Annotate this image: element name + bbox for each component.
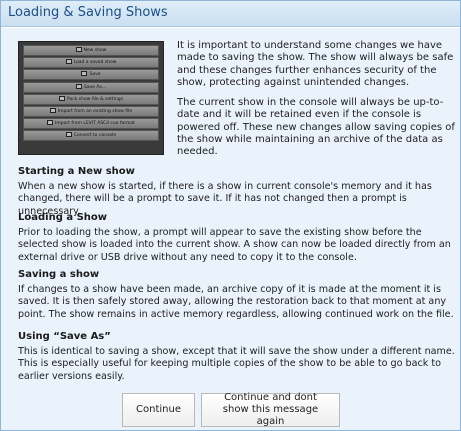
menu-item-label: New show [83,48,107,53]
intro-text: It is important to understand some chang… [177,40,457,167]
menu-item-save-as: Save As... [23,81,159,93]
intro-paragraph-2: The current show in the console will alw… [177,97,455,158]
file-menu-screenshot: New show Load a saved show Save Save As.… [18,41,164,155]
menu-item-save: Save [23,69,159,81]
new-file-icon [75,47,82,52]
section-saving: Saving a show If changes to a show have … [18,268,458,321]
section-heading: Using “Save As” [18,331,111,342]
section-save-as: Using “Save As” This is identical to sav… [18,330,458,383]
dialog-content: New show Load a saved show Save Save As.… [1,28,460,430]
section-loading: Loading a Show Prior to loading the show… [18,211,458,264]
dialog-title-bar: Loading & Saving Shows [1,1,460,27]
menu-item-import-ascii: Import from LEVIT ASCII cue format [23,118,159,130]
folder-icon [65,59,72,65]
menu-item-label: Pack show file & settings [66,96,123,102]
menu-item-pack: Pack show file & settings [23,93,159,105]
convert-icon [65,132,72,138]
continue-button[interactable]: Continue [122,393,195,427]
section-heading: Saving a show [18,269,100,280]
menu-item-label: Import from LEVIT ASCII cue format [55,121,135,127]
import-icon [49,107,56,113]
menu-item-load: Load a saved show [23,57,159,69]
dialog-title: Loading & Saving Shows [8,5,168,20]
menu-item-label: Import from an existing show file [57,108,133,114]
menu-item-new-show: New show [23,45,159,56]
menu-item-label: Convert to console [73,133,117,139]
menu-item-label: Save [89,72,101,78]
section-body: This is identical to saving a show, exce… [18,346,455,382]
menu-item-import-show: Import from an existing show file [23,105,159,117]
section-heading: Starting a New show [18,166,135,177]
section-heading: Loading a Show [18,212,107,223]
save-icon [81,71,88,77]
loading-saving-dialog: Loading & Saving Shows New show Load a s… [0,0,461,431]
continue-dont-show-button[interactable]: Continue and dont show this message agai… [201,392,340,427]
intro-paragraph-1: It is important to understand some chang… [177,40,454,88]
menu-item-convert: Convert to console [23,130,159,142]
menu-item-label: Load a saved show [73,60,117,66]
menu-item-label: Save As... [83,84,107,90]
section-body: If changes to a show have been made, an … [18,284,454,320]
save-as-icon [75,83,82,89]
pack-icon [58,95,65,101]
section-body: Prior to loading the show, a prompt will… [18,227,451,263]
import-icon [47,120,54,126]
